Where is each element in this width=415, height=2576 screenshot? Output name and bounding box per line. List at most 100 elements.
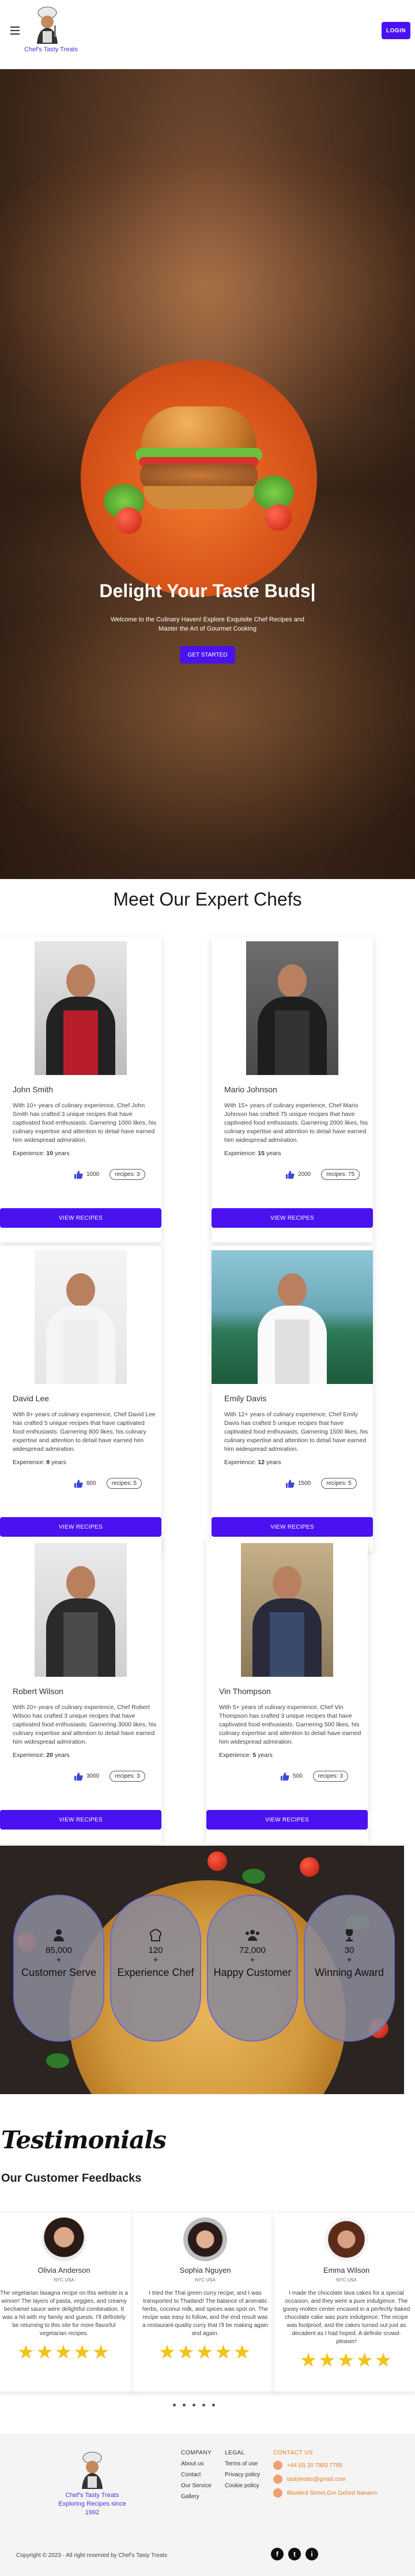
thumbs-up-icon[interactable]	[280, 1772, 289, 1781]
chef-experience: Experience: 20 years	[13, 1752, 70, 1759]
chef-stats: 2000 recipes: 75	[285, 1169, 360, 1180]
stat-card: 120 + Experience Chef	[110, 1895, 201, 2042]
stat-card: 30 + Winning Award	[304, 1895, 395, 2042]
phone-icon	[273, 2461, 282, 2470]
page: Chef's Tasty Treats LOGIN Delight Your T…	[0, 0, 415, 2576]
view-recipes-button[interactable]: VIEW RECIPES	[0, 1208, 161, 1228]
footer-link[interactable]: Gallery	[181, 2494, 212, 2500]
chef-photo	[246, 941, 338, 1075]
reviewer-location: NYC USA	[54, 2277, 74, 2283]
chef-card: Vin Thompson With 5+ years of culinary e…	[206, 1538, 368, 1844]
facebook-icon[interactable]: f	[271, 2548, 284, 2560]
thumbs-up-icon[interactable]	[74, 1772, 83, 1781]
likes-count: 1000	[86, 1171, 100, 1178]
recipe-count-badge: recipes: 5	[321, 1478, 357, 1489]
contact-phone[interactable]: +44 (0) 20 7993 7795	[287, 2462, 342, 2469]
experience-label: Experience:	[219, 1752, 251, 1759]
testimonial-card: Emma Wilson NYC USA I made the chocolate…	[274, 2213, 415, 2392]
login-button[interactable]: LOGIN	[382, 22, 410, 39]
star-rating: ★★★★★	[17, 2341, 111, 2363]
carousel-dot[interactable]	[212, 2404, 215, 2407]
footer-legal-title: LEGAL	[225, 2450, 245, 2456]
instagram-icon[interactable]: i	[305, 2548, 318, 2560]
chef-experience: Experience: 15 years	[224, 1150, 281, 1157]
chef-experience: Experience: 5 years	[219, 1752, 273, 1759]
avatar	[42, 2217, 86, 2261]
years-label: years	[51, 1459, 66, 1466]
experience-years: 10	[46, 1150, 54, 1157]
chef-card: Mario Johnson With 15+ years of culinary…	[212, 937, 373, 1242]
carousel-dots[interactable]	[173, 2404, 215, 2407]
award-icon	[305, 1928, 394, 1942]
get-started-button[interactable]: GET STARTED	[180, 646, 235, 663]
years-label: years	[266, 1459, 281, 1466]
chef-photo	[241, 1543, 333, 1677]
carousel-dot[interactable]	[173, 2404, 176, 2407]
stat-card: 85,000 + Customer Serve	[13, 1895, 104, 2042]
review-text: The vegetarian lasagna recipe on this we…	[0, 2290, 128, 2337]
footer-contact-column: CONTACT US +44 (0) 20 7993 7795 tastytre…	[273, 2450, 377, 2502]
footer-link[interactable]: Privacy policy	[225, 2472, 260, 2478]
thumbs-up-icon[interactable]	[285, 1170, 295, 1179]
footer-legal-column: LEGAL Terms of use Privacy policy Cookie…	[225, 2450, 260, 2494]
chef-card: John Smith With 10+ years of culinary ex…	[0, 937, 161, 1242]
thumbs-up-icon[interactable]	[74, 1170, 83, 1179]
chef-description: With 8+ years of culinary experience, Ch…	[13, 1411, 156, 1453]
recipe-count-badge: recipes: 3	[110, 1771, 145, 1782]
likes-count: 500	[293, 1773, 303, 1779]
footer-link[interactable]: About us	[181, 2461, 212, 2467]
twitter-icon[interactable]: t	[288, 2548, 301, 2560]
footer-link[interactable]: Terms of use	[225, 2461, 260, 2467]
experience-years: 8	[46, 1459, 50, 1466]
likes-count: 3000	[86, 1773, 100, 1779]
experience-years: 12	[258, 1459, 265, 1466]
chef-name: David Lee	[13, 1394, 50, 1403]
menu-icon[interactable]	[10, 27, 20, 35]
user-icon	[14, 1928, 103, 1942]
footer-link[interactable]: Our Service	[181, 2483, 212, 2489]
contact-email[interactable]: tastytreats@gmail.com	[287, 2476, 346, 2483]
chef-name: Vin Thompson	[219, 1687, 271, 1696]
stat-plus: +	[153, 1955, 159, 1965]
view-recipes-button[interactable]: VIEW RECIPES	[212, 1517, 373, 1537]
chef-name: John Smith	[13, 1085, 54, 1094]
chef-stats: 1000 recipes: 3	[74, 1169, 145, 1180]
chef-description: With 12+ years of culinary experience, C…	[224, 1411, 368, 1453]
stat-number: 120	[148, 1945, 163, 1955]
carousel-dot[interactable]	[202, 2404, 205, 2407]
view-recipes-button[interactable]: VIEW RECIPES	[206, 1810, 368, 1830]
reviewer-location: NYC USA	[336, 2277, 357, 2283]
experience-years: 15	[258, 1150, 265, 1157]
carousel-dot[interactable]	[193, 2404, 195, 2407]
reviewer-name: Sophia Nguyen	[179, 2266, 231, 2275]
testimonials-heading: Testimonials	[0, 2126, 167, 2160]
chef-photo	[35, 1543, 127, 1677]
chef-logo-icon	[31, 6, 63, 44]
view-recipes-button[interactable]: VIEW RECIPES	[0, 1517, 161, 1537]
chef-stats: 3000 recipes: 3	[74, 1771, 145, 1782]
footer-contact-title: CONTACT US	[273, 2450, 314, 2456]
carousel-dot[interactable]	[183, 2404, 186, 2407]
chef-name: Robert Wilson	[13, 1687, 63, 1696]
chef-photo	[35, 941, 127, 1075]
experience-label: Experience:	[224, 1459, 256, 1466]
chef-photo	[212, 1250, 373, 1384]
thumbs-up-icon[interactable]	[285, 1479, 295, 1488]
experience-years: 20	[46, 1752, 54, 1759]
years-label: years	[54, 1150, 70, 1157]
footer-brand: Chef's Tasty Treats Exploring Recipes si…	[52, 2451, 133, 2517]
avatar	[325, 2217, 368, 2261]
view-recipes-button[interactable]: VIEW RECIPES	[212, 1208, 373, 1228]
view-recipes-button[interactable]: VIEW RECIPES	[0, 1810, 161, 1830]
top-navbar: Chef's Tasty Treats LOGIN	[0, 0, 415, 69]
footer-link[interactable]: Contact	[181, 2472, 212, 2478]
footer-link[interactable]: Cookie policy	[225, 2483, 260, 2489]
years-label: years	[258, 1752, 273, 1759]
chef-card: Emily Davis With 12+ years of culinary e…	[212, 1246, 373, 1551]
brand-logo[interactable]: Chef's Tasty Treats	[24, 6, 78, 53]
stat-card: 72,000 + Happy Customer	[207, 1895, 298, 2042]
testimonials-subtitle: Our Customer Feedbacks	[1, 2172, 142, 2185]
location-icon	[273, 2488, 282, 2498]
reviewer-name: Olivia Anderson	[37, 2266, 90, 2275]
thumbs-up-icon[interactable]	[74, 1479, 83, 1488]
